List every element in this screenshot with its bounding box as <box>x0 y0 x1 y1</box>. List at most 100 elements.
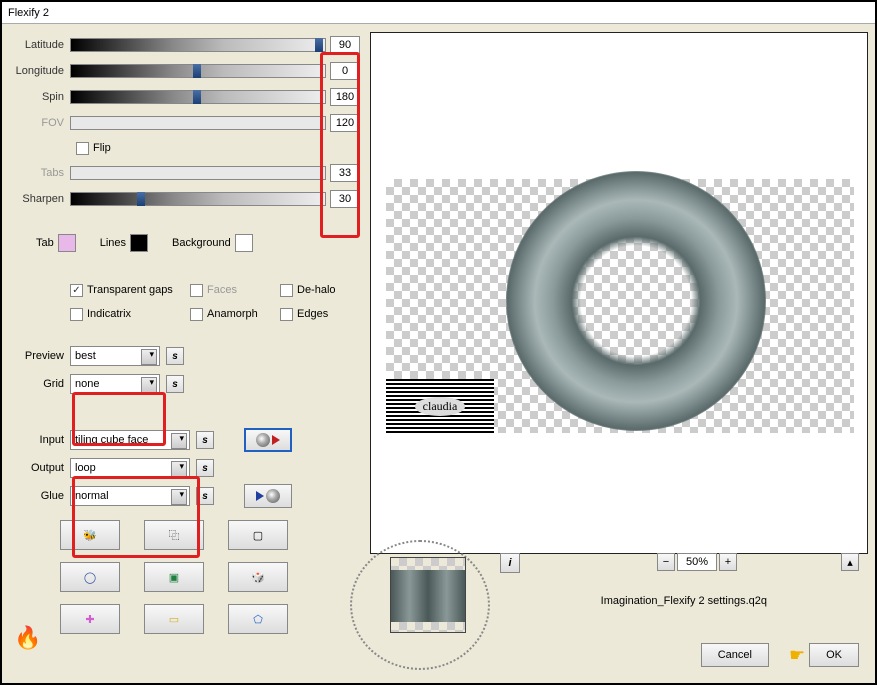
zoom-value[interactable]: 50% <box>677 553 717 571</box>
thumbnail-image <box>391 570 465 622</box>
tab-color-label: Tab <box>36 237 54 249</box>
disc-icon-2 <box>266 489 280 503</box>
edges-checkbox[interactable] <box>280 308 293 321</box>
longitude-label: Longitude <box>10 65 70 77</box>
sharpen-row: Sharpen 30 <box>10 186 360 212</box>
fov-value[interactable]: 120 <box>330 114 360 132</box>
thumbnail-area <box>370 545 490 655</box>
spin-label: Spin <box>10 91 70 103</box>
longitude-value[interactable]: 0 <box>330 62 360 80</box>
longitude-slider[interactable] <box>70 64 326 78</box>
sharpen-value[interactable]: 30 <box>330 190 360 208</box>
dehalo-checkbox[interactable] <box>280 284 293 297</box>
fov-slider <box>70 116 326 130</box>
grid-dropdown[interactable]: none <box>70 374 160 394</box>
output-row: Output loop s <box>10 454 360 482</box>
input-row: Input tiling cube face s <box>10 426 360 454</box>
latitude-label: Latitude <box>10 39 70 51</box>
edges-item: Edges <box>280 308 360 321</box>
fov-row: FOV 120 <box>10 110 360 136</box>
preview-s-button[interactable]: s <box>166 347 184 365</box>
dehalo-item: De-halo <box>280 284 360 297</box>
spin-row: Spin 180 <box>10 84 360 110</box>
zoom-out-button[interactable]: − <box>657 553 675 571</box>
preview-area[interactable]: claudia <box>370 32 868 554</box>
bee-icon: 🐝 <box>83 529 97 542</box>
indicatrix-checkbox[interactable] <box>70 308 83 321</box>
background-color-swatch[interactable] <box>235 234 253 252</box>
watermark: claudia <box>386 379 494 433</box>
play-icon <box>272 435 280 445</box>
disc-play-button[interactable] <box>244 428 292 452</box>
background-color-label: Background <box>172 237 231 249</box>
rendered-shape <box>506 171 766 431</box>
background-color-item: Background <box>172 234 253 252</box>
spin-slider[interactable] <box>70 90 326 104</box>
latitude-row: Latitude 90 <box>10 32 360 58</box>
play-disc-button[interactable] <box>244 484 292 508</box>
cancel-button[interactable]: Cancel <box>701 643 769 667</box>
grid-s-button[interactable]: s <box>166 375 184 393</box>
action-buttons: Cancel ☛ OK <box>701 643 859 667</box>
fire-icon[interactable]: 🔥 <box>14 625 41 651</box>
tabs-value[interactable]: 33 <box>330 164 360 182</box>
info-button[interactable]: i <box>500 553 520 573</box>
fov-label: FOV <box>10 117 70 129</box>
tab-color-swatch[interactable] <box>58 234 76 252</box>
flexify-window: Flexify 2 Latitude 90 Longitude 0 Spin 1… <box>0 0 877 685</box>
check-grid: Transparent gaps Faces De-halo Indicatri… <box>10 278 360 326</box>
spin-value[interactable]: 180 <box>330 88 360 106</box>
chevron-up-icon: ▴ <box>847 556 853 569</box>
faces-item: Faces <box>190 284 280 297</box>
disc-icon <box>256 433 270 447</box>
titlebar: Flexify 2 <box>2 2 875 24</box>
anamorph-checkbox[interactable] <box>190 308 203 321</box>
preview-label: Preview <box>10 350 70 362</box>
preview-image: claudia <box>386 179 854 433</box>
grid-row: Grid none s <box>10 370 360 398</box>
anamorph-item: Anamorph <box>190 308 280 321</box>
latitude-slider[interactable] <box>70 38 326 52</box>
content-area: Latitude 90 Longitude 0 Spin 180 FOV 120 <box>2 24 875 683</box>
output-s-button[interactable]: s <box>196 459 214 477</box>
zoom-controls: − 50% + <box>657 553 737 571</box>
grid-label: Grid <box>10 378 70 390</box>
latitude-value[interactable]: 90 <box>330 36 360 54</box>
glue-s-button[interactable]: s <box>196 487 214 505</box>
settings-filename: Imagination_Flexify 2 settings.q2q <box>601 595 767 607</box>
preview-row: Preview best s <box>10 342 360 370</box>
transparent-gaps-checkbox[interactable] <box>70 284 83 297</box>
copy-icon: ⿻ <box>169 527 180 543</box>
blank-icon: ▢ <box>253 529 263 542</box>
glue-row: Glue normal s <box>10 482 360 510</box>
faces-checkbox <box>190 284 203 297</box>
tabs-row: Tabs 33 <box>10 160 360 186</box>
sharpen-slider[interactable] <box>70 192 326 206</box>
thumbnail[interactable] <box>390 557 466 633</box>
info-icon: i <box>508 557 511 569</box>
expand-button[interactable]: ▴ <box>841 553 859 571</box>
preview-dropdown[interactable]: best <box>70 346 160 366</box>
longitude-row: Longitude 0 <box>10 58 360 84</box>
color-row: Tab Lines Background <box>10 228 360 258</box>
lines-color-swatch[interactable] <box>130 234 148 252</box>
tabs-label: Tabs <box>10 167 70 179</box>
tab-color-item: Tab <box>36 234 76 252</box>
play-blue-icon <box>256 491 264 501</box>
glue-dropdown[interactable]: normal <box>70 486 190 506</box>
flip-checkbox[interactable] <box>76 142 89 155</box>
window-title: Flexify 2 <box>8 7 49 19</box>
input-dropdown[interactable]: tiling cube face <box>70 430 190 450</box>
ok-button[interactable]: OK <box>809 643 859 667</box>
zoom-in-button[interactable]: + <box>719 553 737 571</box>
output-dropdown[interactable]: loop <box>70 458 190 478</box>
lines-color-item: Lines <box>100 234 148 252</box>
flip-row: Flip <box>10 136 360 160</box>
input-label: Input <box>10 434 70 446</box>
input-s-button[interactable]: s <box>196 431 214 449</box>
tabs-slider <box>70 166 326 180</box>
output-label: Output <box>10 462 70 474</box>
lines-color-label: Lines <box>100 237 126 249</box>
transparent-gaps-item: Transparent gaps <box>70 284 190 297</box>
flip-label: Flip <box>93 142 111 154</box>
